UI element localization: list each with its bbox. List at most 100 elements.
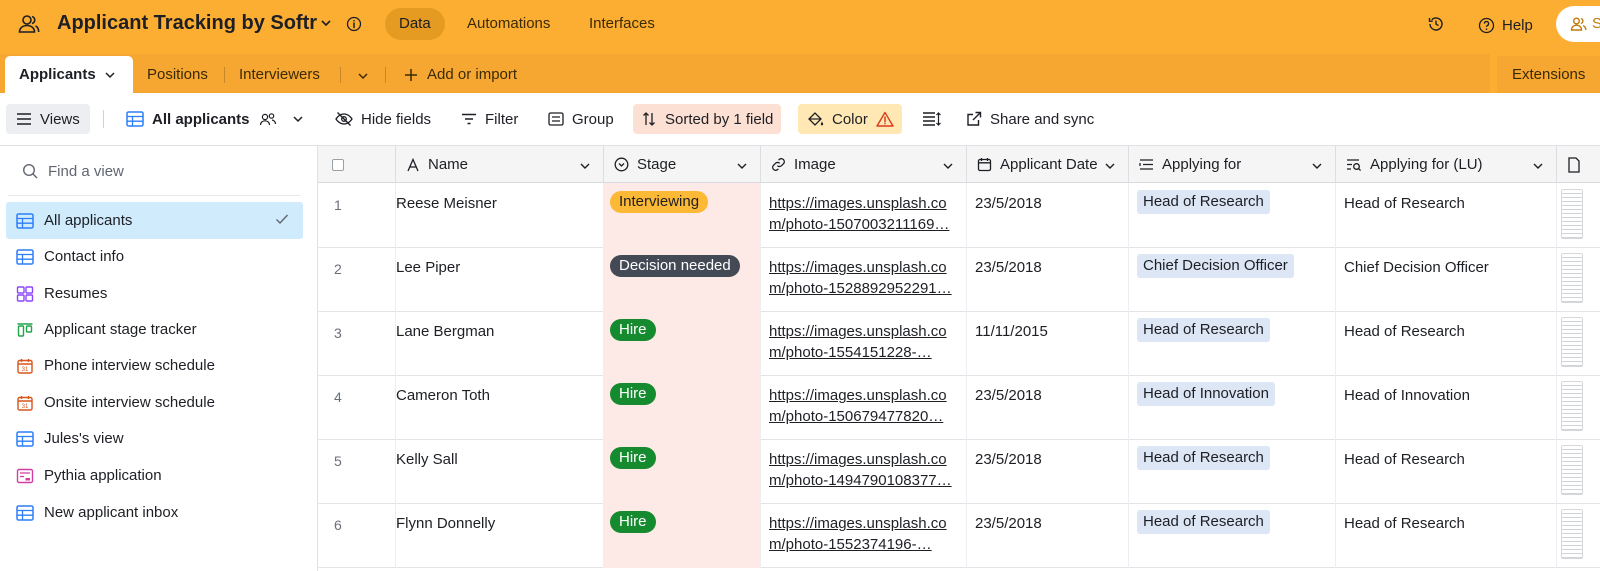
stage-cell[interactable]: Hire	[604, 311, 761, 376]
attachment-thumbnail[interactable]	[1561, 445, 1583, 495]
stage-cell[interactable]: Hire	[604, 503, 761, 568]
image-url-line-1[interactable]: https://images.unsplash.co	[769, 449, 958, 470]
image-url-line-2[interactable]: m/photo-1554151228-…	[769, 342, 958, 363]
table-row[interactable]: 4 Cameron Toth Hire https://images.unsplash…	[318, 375, 1600, 440]
table-row[interactable]: 2 Lee Piper Decision needed https://images.…	[318, 247, 1600, 312]
applying-for-lu-cell[interactable]: Head of Innovation	[1336, 375, 1557, 440]
attachment-cell[interactable]	[1557, 183, 1600, 248]
image-url-cell[interactable]: https://images.unsplash.co m/photo-149479…	[761, 439, 967, 504]
sidebar-view-pythia-application[interactable]: Pythia application	[6, 457, 303, 494]
image-url-line-1[interactable]: https://images.unsplash.co	[769, 513, 958, 534]
image-url-cell[interactable]: https://images.unsplash.co m/photo-155415…	[761, 311, 967, 376]
filter-button[interactable]: Filter	[453, 104, 526, 134]
image-url-line-1[interactable]: https://images.unsplash.co	[769, 321, 958, 342]
attachment-thumbnail[interactable]	[1561, 509, 1583, 559]
help-button[interactable]: Help	[1478, 15, 1533, 35]
sidebar-view-new-applicant-inbox[interactable]: New applicant inbox	[6, 494, 303, 531]
image-url-line-1[interactable]: https://images.unsplash.co	[769, 193, 958, 214]
table-row[interactable]: 3 Lane Bergman Hire https://images.unsplash…	[318, 311, 1600, 376]
info-icon[interactable]	[346, 16, 362, 32]
add-or-import-button[interactable]: Add or import	[404, 56, 517, 93]
chevron-down-icon[interactable]	[1311, 160, 1323, 172]
position-chip[interactable]: Head of Innovation	[1137, 382, 1275, 406]
position-chip[interactable]: Head of Research	[1137, 190, 1270, 214]
team-logo-icon[interactable]	[17, 12, 41, 36]
sidebar-view-onsite-interview-schedule[interactable]: 31 Onsite interview schedule	[6, 384, 303, 421]
applying-for-cell[interactable]: Head of Research	[1129, 503, 1336, 568]
image-url-cell[interactable]: https://images.unsplash.co m/photo-152889…	[761, 247, 967, 312]
nav-automations[interactable]: Automations	[453, 8, 564, 40]
stage-cell[interactable]: Interviewing	[604, 183, 761, 248]
chevron-down-icon[interactable]	[579, 160, 591, 172]
stage-cell[interactable]: Decision needed	[604, 247, 761, 312]
image-url-line-2[interactable]: m/photo-1507003211169…	[769, 214, 958, 235]
name-cell[interactable]: Cameron Toth	[396, 375, 604, 440]
name-cell[interactable]: Flynn Donnelly	[396, 503, 604, 568]
position-chip[interactable]: Head of Research	[1137, 510, 1270, 534]
extensions-button[interactable]: Extensions	[1497, 56, 1600, 93]
attachment-thumbnail[interactable]	[1561, 381, 1583, 431]
image-url-line-1[interactable]: https://images.unsplash.co	[769, 385, 958, 406]
name-cell[interactable]: Reese Meisner	[396, 183, 604, 248]
attachment-thumbnail[interactable]	[1561, 253, 1583, 303]
position-chip[interactable]: Head of Research	[1137, 318, 1270, 342]
find-view-search[interactable]: Find a view	[22, 160, 124, 182]
share-and-sync-button[interactable]: Share and sync	[958, 104, 1102, 134]
image-url-cell[interactable]: https://images.unsplash.co m/photo-150700…	[761, 183, 967, 248]
tab-positions[interactable]: Positions	[147, 56, 208, 93]
nav-data[interactable]: Data	[385, 8, 445, 40]
sidebar-view-phone-interview-schedule[interactable]: 31 Phone interview schedule	[6, 347, 303, 384]
table-row[interactable]: 5 Kelly Sall Hire https://images.unsplash.c…	[318, 439, 1600, 504]
column-header-applicant-date[interactable]: Applicant Date	[967, 146, 1129, 183]
stage-cell[interactable]: Hire	[604, 375, 761, 440]
chevron-down-icon[interactable]	[320, 17, 332, 29]
sort-button[interactable]: Sorted by 1 field	[633, 104, 782, 134]
table-row[interactable]: 6 Flynn Donnelly Hire https://images.unspla…	[318, 503, 1600, 568]
table-row[interactable]: 1 Reese Meisner Interviewing https://images…	[318, 183, 1600, 248]
attachment-cell[interactable]	[1557, 375, 1600, 440]
applicant-date-cell[interactable]: 23/5/2018	[967, 247, 1129, 312]
applying-for-lu-cell[interactable]: Head of Research	[1336, 439, 1557, 504]
applying-for-cell[interactable]: Head of Research	[1129, 439, 1336, 504]
applicant-date-cell[interactable]: 11/11/2015	[967, 311, 1129, 376]
hide-fields-button[interactable]: Hide fields	[327, 104, 439, 134]
column-header-stage[interactable]: Stage	[604, 146, 761, 183]
applying-for-cell[interactable]: Head of Innovation	[1129, 375, 1336, 440]
name-cell[interactable]: Kelly Sall	[396, 439, 604, 504]
applicant-date-cell[interactable]: 23/5/2018	[967, 439, 1129, 504]
color-button[interactable]: Color	[798, 104, 902, 134]
attachment-cell[interactable]	[1557, 247, 1600, 312]
sidebar-view-resumes[interactable]: Resumes	[6, 275, 303, 312]
attachment-cell[interactable]	[1557, 439, 1600, 504]
applying-for-lu-cell[interactable]: Head of Research	[1336, 311, 1557, 376]
attachment-thumbnail[interactable]	[1561, 189, 1583, 239]
row-height-button[interactable]	[914, 104, 950, 134]
group-button[interactable]: Group	[540, 104, 622, 134]
image-url-cell[interactable]: https://images.unsplash.co m/photo-150679…	[761, 375, 967, 440]
applying-for-cell[interactable]: Chief Decision Officer	[1129, 247, 1336, 312]
base-title[interactable]: Applicant Tracking by Softr	[57, 12, 317, 35]
position-chip[interactable]: Chief Decision Officer	[1137, 254, 1294, 278]
applicant-date-cell[interactable]: 23/5/2018	[967, 503, 1129, 568]
image-url-cell[interactable]: https://images.unsplash.co m/photo-155237…	[761, 503, 967, 568]
position-chip[interactable]: Head of Research	[1137, 446, 1270, 470]
sidebar-view-jules-view[interactable]: Jules's view	[6, 420, 303, 457]
attachment-thumbnail[interactable]	[1561, 317, 1583, 367]
applying-for-lu-cell[interactable]: Head of Research	[1336, 183, 1557, 248]
history-icon[interactable]	[1427, 15, 1445, 33]
tab-applicants[interactable]: Applicants	[5, 56, 133, 93]
column-header-image[interactable]: Image	[761, 146, 967, 183]
more-tables-chevron-icon[interactable]	[357, 70, 369, 82]
sidebar-view-all-applicants[interactable]: All applicants	[6, 202, 303, 239]
applying-for-cell[interactable]: Head of Research	[1129, 311, 1336, 376]
view-switcher[interactable]: All applicants	[118, 104, 312, 134]
image-url-line-1[interactable]: https://images.unsplash.co	[769, 257, 958, 278]
name-cell[interactable]: Lane Bergman	[396, 311, 604, 376]
chevron-down-icon[interactable]	[942, 160, 954, 172]
applicant-date-cell[interactable]: 23/5/2018	[967, 183, 1129, 248]
column-header-attachment[interactable]	[1557, 146, 1600, 183]
image-url-line-2[interactable]: m/photo-1494790108377…	[769, 470, 958, 491]
nav-interfaces[interactable]: Interfaces	[575, 8, 669, 40]
views-toggle-button[interactable]: Views	[6, 104, 90, 134]
applicant-date-cell[interactable]: 23/5/2018	[967, 375, 1129, 440]
